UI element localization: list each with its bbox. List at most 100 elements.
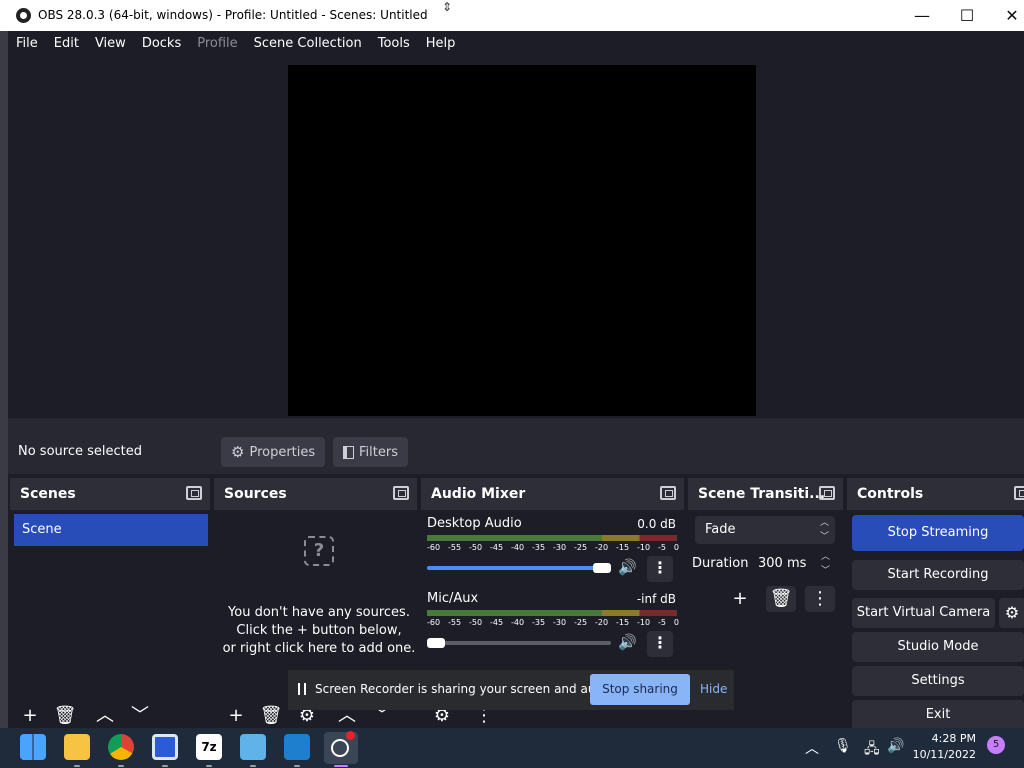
float-dock-icon[interactable] xyxy=(660,486,676,500)
menu-help[interactable]: Help xyxy=(418,31,464,57)
float-dock-icon[interactable] xyxy=(819,486,835,500)
splitter[interactable] xyxy=(8,418,1024,430)
move-scene-down-button[interactable]: ﹀ xyxy=(125,704,155,728)
float-dock-icon[interactable] xyxy=(186,486,202,500)
speaker-icon[interactable]: 🔊 xyxy=(618,633,637,651)
mic-aux-name: Mic/Aux xyxy=(427,591,479,606)
empty-sources-text-2: Click the + button below, xyxy=(236,623,402,638)
microphone-icon[interactable]: 🎙 xyxy=(834,738,852,754)
obs-taskbar-icon[interactable] xyxy=(324,731,358,764)
screen-recorder-icon[interactable] xyxy=(152,734,178,760)
scene-transitions-title: Scene Transiti... xyxy=(698,486,826,502)
start-recording-button[interactable]: Start Recording xyxy=(852,560,1024,590)
meter-tick: -55 xyxy=(448,618,462,627)
mic-aux-volume-handle[interactable] xyxy=(427,638,445,648)
virtual-camera-settings-icon[interactable]: ⚙ xyxy=(999,598,1024,628)
add-transition-button[interactable]: + xyxy=(725,586,755,612)
mic-aux-meter xyxy=(427,610,677,616)
gear-icon: ⚙ xyxy=(231,443,245,461)
file-explorer-icon[interactable] xyxy=(64,734,90,760)
transition-select-value: Fade xyxy=(705,522,736,537)
speaker-icon[interactable]: 🔊 xyxy=(618,558,637,576)
desktop-audio-volume-handle[interactable] xyxy=(593,563,611,573)
menu-view[interactable]: View xyxy=(87,31,134,57)
hide-notification-button[interactable]: Hide xyxy=(700,682,727,696)
start-windows-icon[interactable] xyxy=(20,734,46,760)
menu-docks[interactable]: Docks xyxy=(134,31,189,57)
clock-date: 10/11/2022 xyxy=(912,748,976,761)
add-scene-button[interactable]: + xyxy=(15,704,45,728)
transition-select[interactable]: Fade ︿ ﹀ xyxy=(695,516,835,544)
obs-logo-icon xyxy=(16,8,31,23)
filters-button[interactable]: Filters xyxy=(333,437,408,467)
menu-edit[interactable]: Edit xyxy=(46,31,87,57)
maximize-button[interactable]: ☐ xyxy=(945,0,989,31)
obs-logo-icon xyxy=(331,739,349,757)
mic-aux-menu-button[interactable]: ⋮ xyxy=(647,631,673,657)
audio-mixer-dock-header: Audio Mixer xyxy=(421,478,684,510)
controls-dock: Controls Stop Streaming Start Recording … xyxy=(847,478,1024,728)
seven-zip-icon[interactable]: 7z xyxy=(196,734,222,760)
float-dock-icon[interactable] xyxy=(393,486,409,500)
meter-tick: -20 xyxy=(595,543,609,552)
scene-transitions-dock-header: Scene Transiti... xyxy=(688,478,843,510)
meter-tick: -10 xyxy=(637,618,651,627)
speaker-icon[interactable]: 🔊 xyxy=(887,738,904,754)
minimize-button[interactable]: — xyxy=(900,0,944,31)
preview-canvas[interactable] xyxy=(288,65,756,416)
studio-mode-button[interactable]: Studio Mode xyxy=(852,632,1024,662)
notification-badge[interactable]: 5 xyxy=(987,736,1005,754)
clock[interactable]: 4:28 PM 10/11/2022 xyxy=(908,731,976,763)
scenes-dock: Scenes Scene + 🗑 ︿ ﹀ xyxy=(10,478,210,728)
settings-button[interactable]: Settings xyxy=(852,666,1024,696)
taskbar-indicator xyxy=(250,765,256,767)
menu-profile[interactable]: Profile xyxy=(189,31,245,57)
properties-button[interactable]: ⚙ Properties xyxy=(221,437,326,467)
meter-tick: -55 xyxy=(448,543,462,552)
add-source-button[interactable]: + xyxy=(221,704,251,728)
menu-scene-collection[interactable]: Scene Collection xyxy=(246,31,370,57)
chrome-icon[interactable] xyxy=(108,734,134,760)
float-dock-icon[interactable] xyxy=(1014,486,1024,500)
remove-source-button[interactable]: 🗑 xyxy=(256,704,286,728)
window-title: OBS 28.0.3 (64-bit, windows) - Profile: … xyxy=(38,8,428,22)
exit-button[interactable]: Exit xyxy=(852,700,1024,728)
start-virtual-camera-button[interactable]: Start Virtual Camera xyxy=(852,598,995,628)
audio-mixer-title: Audio Mixer xyxy=(431,486,526,502)
meter-tick: 0 xyxy=(673,543,679,552)
obs-window: OBS 28.0.3 (64-bit, windows) - Profile: … xyxy=(0,0,1024,768)
title-bar: OBS 28.0.3 (64-bit, windows) - Profile: … xyxy=(0,0,1024,31)
desktop-audio-name: Desktop Audio xyxy=(427,516,522,531)
scene-list-item[interactable]: Scene xyxy=(14,514,208,546)
duration-spinbox[interactable]: 300 ms ︿ ﹀ xyxy=(748,550,836,578)
chevron-updown-icon[interactable]: ︿ ﹀ xyxy=(821,550,830,578)
meter-tick: -5 xyxy=(658,618,666,627)
remove-transition-button[interactable]: 🗑 xyxy=(766,586,796,612)
share-message: Screen Recorder is sharing your screen a… xyxy=(315,682,618,696)
transition-menu-button[interactable]: ⋮ xyxy=(805,586,835,612)
close-button[interactable]: ✕ xyxy=(990,0,1024,31)
taskbar: 7z ︿ 🎙 🖧 🔊 4:28 PM 10/11/2022 5 xyxy=(0,728,1024,768)
meter-tick: -60 xyxy=(427,543,441,552)
editor-icon[interactable] xyxy=(284,734,310,760)
question-icon: ? xyxy=(304,536,334,566)
meter-tick: -35 xyxy=(532,543,546,552)
remove-scene-button[interactable]: 🗑 xyxy=(50,704,80,728)
screen-share-notification: Screen Recorder is sharing your screen a… xyxy=(288,670,734,710)
mic-aux-volume-slider[interactable] xyxy=(427,638,611,648)
move-scene-up-button[interactable]: ︿ xyxy=(90,704,120,728)
meter-tick: -40 xyxy=(511,618,525,627)
notepad-icon[interactable] xyxy=(240,734,266,760)
desktop-audio-volume-slider[interactable] xyxy=(427,563,611,573)
chevron-up-icon[interactable]: ︿ xyxy=(805,738,819,758)
stop-sharing-button[interactable]: Stop sharing xyxy=(590,674,690,705)
network-icon[interactable]: 🖧 xyxy=(864,738,880,762)
mic-aux-db: -inf dB xyxy=(636,592,676,606)
menu-file[interactable]: File xyxy=(8,31,46,57)
taskbar-indicator xyxy=(294,765,300,767)
meter-tick: 0 xyxy=(673,618,679,627)
stop-streaming-button[interactable]: Stop Streaming xyxy=(852,515,1024,551)
menu-tools[interactable]: Tools xyxy=(370,31,418,57)
context-bar: No source selected ⚙ Properties Filters xyxy=(8,430,1024,474)
desktop-audio-menu-button[interactable]: ⋮ xyxy=(647,556,673,582)
